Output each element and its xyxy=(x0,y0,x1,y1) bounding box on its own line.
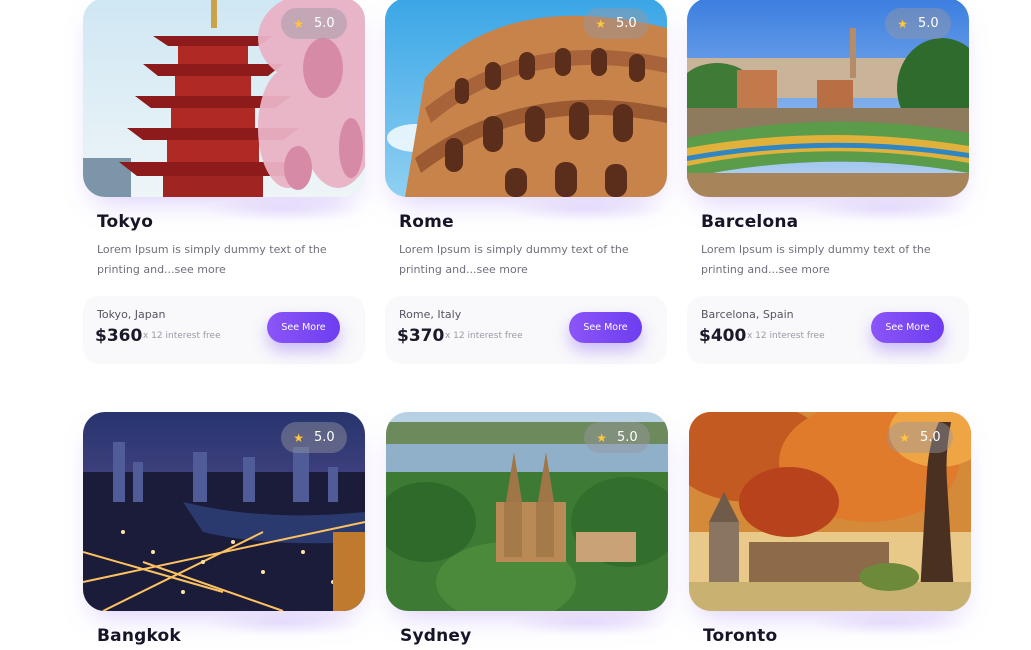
bangkok-photo: ★ 5.0 xyxy=(83,412,365,611)
location-label: Tokyo, Japan xyxy=(97,308,166,321)
card-shadow xyxy=(505,196,665,222)
rating-badge: ★ 5.0 xyxy=(584,422,650,453)
star-icon: ★ xyxy=(897,16,909,31)
see-more-button[interactable]: See More xyxy=(871,312,944,343)
card-title: Tokyo xyxy=(97,212,154,232)
card-description: Lorem Ipsum is simply dummy text of the … xyxy=(701,243,931,276)
star-icon: ★ xyxy=(293,16,305,31)
card-title: Toronto xyxy=(703,626,778,646)
barcelona-photo: ★ 5.0 xyxy=(687,0,969,197)
destination-card-tokyo[interactable]: ★ 5.0 Tokyo Lorem Ipsum is simply dummy … xyxy=(83,0,365,364)
price: $400 xyxy=(699,326,747,346)
rating-badge: ★ 5.0 xyxy=(583,8,649,39)
rating-badge: ★ 5.0 xyxy=(281,422,347,453)
rating-badge: ★ 5.0 xyxy=(281,8,347,39)
card-title: Barcelona xyxy=(701,212,799,232)
card-title: Bangkok xyxy=(97,626,181,646)
price: $360 xyxy=(95,326,143,346)
rating-value: 5.0 xyxy=(314,16,335,31)
see-more-button[interactable]: See More xyxy=(569,312,642,343)
rating-value: 5.0 xyxy=(617,430,638,445)
card-footer: Barcelona, Spain $400 x 12 interest free… xyxy=(687,296,969,364)
installment-note: x 12 interest free xyxy=(143,331,221,341)
card-description: Lorem Ipsum is simply dummy text of the … xyxy=(399,243,629,276)
rating-value: 5.0 xyxy=(918,16,939,31)
installment-note: x 12 interest free xyxy=(445,331,523,341)
rating-value: 5.0 xyxy=(314,430,335,445)
rating-badge: ★ 5.0 xyxy=(885,8,951,39)
card-footer: Rome, Italy $370 x 12 interest free See … xyxy=(385,296,667,364)
card-shadow xyxy=(506,610,666,636)
toronto-photo: ★ 5.0 xyxy=(689,412,971,611)
card-title: Sydney xyxy=(400,626,472,646)
installment-note: x 12 interest free xyxy=(747,331,825,341)
card-shadow xyxy=(809,610,969,636)
location-label: Rome, Italy xyxy=(399,308,462,321)
price: $370 xyxy=(397,326,445,346)
destination-card-sydney[interactable]: ★ 5.0 Sydney xyxy=(386,412,668,646)
rating-badge: ★ 5.0 xyxy=(887,422,953,453)
card-footer: Tokyo, Japan $360 x 12 interest free See… xyxy=(83,296,365,364)
destination-card-rome[interactable]: ★ 5.0 Rome Lorem Ipsum is simply dummy t… xyxy=(385,0,667,364)
card-title: Rome xyxy=(399,212,454,232)
location-label: Barcelona, Spain xyxy=(701,308,794,321)
star-icon: ★ xyxy=(596,430,608,445)
rating-value: 5.0 xyxy=(616,16,637,31)
star-icon: ★ xyxy=(899,430,911,445)
rating-value: 5.0 xyxy=(920,430,941,445)
star-icon: ★ xyxy=(595,16,607,31)
destination-card-toronto[interactable]: ★ 5.0 Toronto xyxy=(689,412,971,646)
card-shadow xyxy=(203,610,363,636)
card-shadow xyxy=(203,196,363,222)
sydney-photo: ★ 5.0 xyxy=(386,412,668,611)
tokyo-photo: ★ 5.0 xyxy=(83,0,365,197)
star-icon: ★ xyxy=(293,430,305,445)
rome-photo: ★ 5.0 xyxy=(385,0,667,197)
destination-card-barcelona[interactable]: ★ 5.0 Barcelona Lorem Ipsum is simply du… xyxy=(687,0,969,364)
card-shadow xyxy=(807,196,967,222)
see-more-button[interactable]: See More xyxy=(267,312,340,343)
destination-card-bangkok[interactable]: ★ 5.0 Bangkok xyxy=(83,412,365,646)
card-description: Lorem Ipsum is simply dummy text of the … xyxy=(97,243,327,276)
